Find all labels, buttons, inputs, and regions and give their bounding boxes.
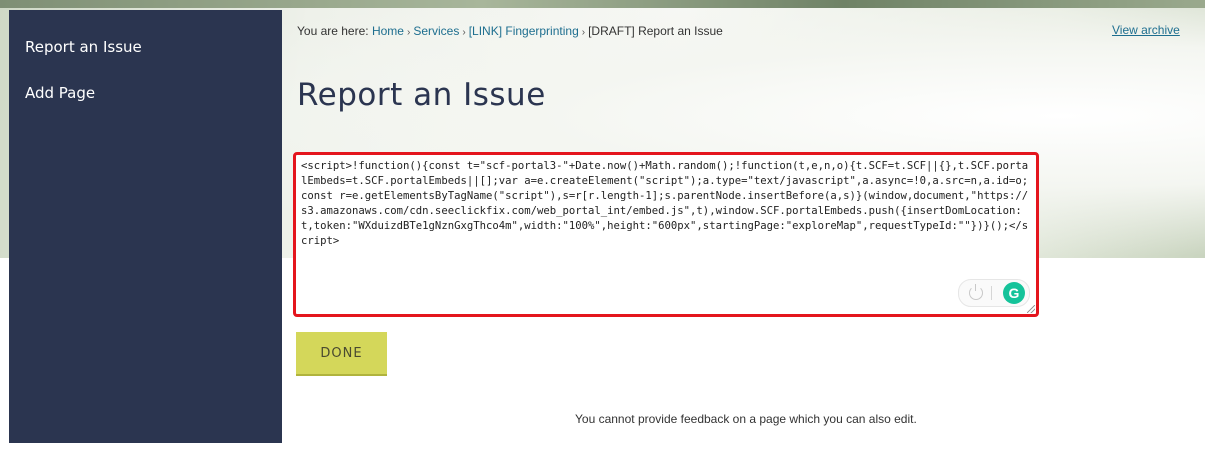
breadcrumb-link-services[interactable]: Services — [413, 24, 459, 38]
resize-handle-icon[interactable] — [1027, 305, 1035, 313]
breadcrumb: You are here: Home › Services › [LINK] Finge… — [297, 24, 723, 38]
done-button[interactable]: DONE — [296, 332, 387, 376]
grammarly-icon[interactable]: G — [1003, 282, 1025, 304]
embed-code-textarea[interactable]: <script>!function(){const t="scf-portal3… — [301, 159, 1031, 309]
embed-code-highlight: <script>!function(){const t="scf-portal3… — [293, 152, 1039, 317]
breadcrumb-separator: › — [581, 27, 586, 38]
power-icon[interactable] — [969, 284, 983, 300]
page-title: Report an Issue — [297, 77, 546, 113]
breadcrumb-prefix: You are here: — [297, 24, 369, 38]
grammarly-widget[interactable]: G — [958, 279, 1030, 307]
sidebar-item-report-an-issue[interactable]: Report an Issue — [25, 38, 142, 56]
breadcrumb-separator: › — [406, 27, 411, 38]
sidebar: Report an Issue Add Page — [9, 10, 282, 443]
breadcrumb-current: [DRAFT] Report an Issue — [588, 24, 723, 38]
grammarly-divider — [991, 286, 992, 300]
feedback-note: You cannot provide feedback on a page wh… — [575, 412, 917, 426]
breadcrumb-link-fingerprinting[interactable]: [LINK] Fingerprinting — [469, 24, 579, 38]
breadcrumb-separator: › — [462, 27, 466, 38]
sidebar-item-add-page[interactable]: Add Page — [25, 84, 95, 102]
breadcrumb-link-home[interactable]: Home — [372, 24, 404, 38]
view-archive-link[interactable]: View archive — [1112, 23, 1180, 37]
